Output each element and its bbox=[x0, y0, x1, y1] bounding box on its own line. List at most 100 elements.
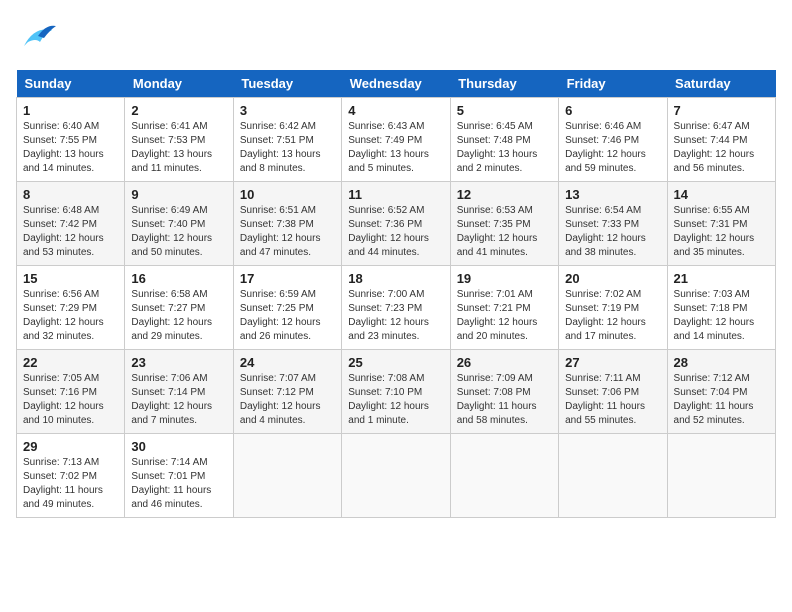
header bbox=[16, 16, 776, 60]
day-number: 8 bbox=[23, 187, 118, 202]
weekday-header-wednesday: Wednesday bbox=[342, 70, 450, 98]
day-info: Sunrise: 7:08 AM Sunset: 7:10 PM Dayligh… bbox=[348, 372, 443, 428]
day-cell: 10 Sunrise: 6:51 AM Sunset: 7:38 PM Dayli… bbox=[233, 182, 341, 266]
day-cell bbox=[450, 434, 558, 518]
day-number: 14 bbox=[674, 187, 769, 202]
day-cell: 22Sunrise: 7:05 AM Sunset: 7:16 PM Dayli… bbox=[17, 350, 125, 434]
weekday-header-thursday: Thursday bbox=[450, 70, 558, 98]
day-info: Sunrise: 6:59 AM Sunset: 7:25 PM Dayligh… bbox=[240, 288, 335, 344]
day-cell: 5 Sunrise: 6:45 AM Sunset: 7:48 PM Daylig… bbox=[450, 98, 558, 182]
day-info: Sunrise: 7:13 AM Sunset: 7:02 PM Dayligh… bbox=[23, 456, 118, 512]
day-number: 9 bbox=[131, 187, 226, 202]
day-number: 28 bbox=[674, 355, 769, 370]
day-cell: 20 Sunrise: 7:02 AM Sunset: 7:19 PM Dayli… bbox=[559, 266, 667, 350]
day-number: 17 bbox=[240, 271, 335, 286]
day-number: 6 bbox=[565, 103, 660, 118]
weekday-header-monday: Monday bbox=[125, 70, 233, 98]
day-cell: 19 Sunrise: 7:01 AM Sunset: 7:21 PM Dayli… bbox=[450, 266, 558, 350]
week-row-2: 8 Sunrise: 6:48 AM Sunset: 7:42 PM Daylig… bbox=[17, 182, 776, 266]
day-cell: 1 Sunrise: 6:40 AM Sunset: 7:55 PM Daylig… bbox=[17, 98, 125, 182]
day-info: Sunrise: 6:49 AM Sunset: 7:40 PM Dayligh… bbox=[131, 204, 226, 260]
day-info: Sunrise: 6:48 AM Sunset: 7:42 PM Dayligh… bbox=[23, 204, 118, 260]
day-info: Sunrise: 6:43 AM Sunset: 7:49 PM Dayligh… bbox=[348, 120, 443, 176]
calendar-table: SundayMondayTuesdayWednesdayThursdayFrid… bbox=[16, 70, 776, 518]
day-number: 27 bbox=[565, 355, 660, 370]
day-cell: 14 Sunrise: 6:55 AM Sunset: 7:31 PM Dayli… bbox=[667, 182, 775, 266]
day-cell: 12Sunrise: 6:53 AM Sunset: 7:35 PM Dayli… bbox=[450, 182, 558, 266]
day-cell bbox=[342, 434, 450, 518]
day-info: Sunrise: 6:56 AM Sunset: 7:29 PM Dayligh… bbox=[23, 288, 118, 344]
day-info: Sunrise: 6:52 AM Sunset: 7:36 PM Dayligh… bbox=[348, 204, 443, 260]
day-number: 30 bbox=[131, 439, 226, 454]
day-info: Sunrise: 6:53 AM Sunset: 7:35 PM Dayligh… bbox=[457, 204, 552, 260]
day-cell: 30 Sunrise: 7:14 AM Sunset: 7:01 PM Dayli… bbox=[125, 434, 233, 518]
day-number: 1 bbox=[23, 103, 118, 118]
day-info: Sunrise: 7:02 AM Sunset: 7:19 PM Dayligh… bbox=[565, 288, 660, 344]
day-cell: 4 Sunrise: 6:43 AM Sunset: 7:49 PM Daylig… bbox=[342, 98, 450, 182]
day-info: Sunrise: 7:14 AM Sunset: 7:01 PM Dayligh… bbox=[131, 456, 226, 512]
day-info: Sunrise: 7:12 AM Sunset: 7:04 PM Dayligh… bbox=[674, 372, 769, 428]
day-number: 4 bbox=[348, 103, 443, 118]
weekday-header-tuesday: Tuesday bbox=[233, 70, 341, 98]
day-number: 19 bbox=[457, 271, 552, 286]
day-info: Sunrise: 6:41 AM Sunset: 7:53 PM Dayligh… bbox=[131, 120, 226, 176]
day-cell: 26 Sunrise: 7:09 AM Sunset: 7:08 PM Dayli… bbox=[450, 350, 558, 434]
week-row-4: 22Sunrise: 7:05 AM Sunset: 7:16 PM Dayli… bbox=[17, 350, 776, 434]
day-info: Sunrise: 7:06 AM Sunset: 7:14 PM Dayligh… bbox=[131, 372, 226, 428]
day-cell: 25 Sunrise: 7:08 AM Sunset: 7:10 PM Dayli… bbox=[342, 350, 450, 434]
day-number: 5 bbox=[457, 103, 552, 118]
day-info: Sunrise: 7:03 AM Sunset: 7:18 PM Dayligh… bbox=[674, 288, 769, 344]
day-info: Sunrise: 7:11 AM Sunset: 7:06 PM Dayligh… bbox=[565, 372, 660, 428]
day-number: 18 bbox=[348, 271, 443, 286]
day-number: 22 bbox=[23, 355, 118, 370]
day-cell bbox=[559, 434, 667, 518]
day-cell: 13 Sunrise: 6:54 AM Sunset: 7:33 PM Dayli… bbox=[559, 182, 667, 266]
day-info: Sunrise: 6:46 AM Sunset: 7:46 PM Dayligh… bbox=[565, 120, 660, 176]
weekday-header-row: SundayMondayTuesdayWednesdayThursdayFrid… bbox=[17, 70, 776, 98]
week-row-3: 15Sunrise: 6:56 AM Sunset: 7:29 PM Dayli… bbox=[17, 266, 776, 350]
day-number: 26 bbox=[457, 355, 552, 370]
day-info: Sunrise: 7:09 AM Sunset: 7:08 PM Dayligh… bbox=[457, 372, 552, 428]
day-number: 11 bbox=[348, 187, 443, 202]
day-number: 21 bbox=[674, 271, 769, 286]
day-cell: 24 Sunrise: 7:07 AM Sunset: 7:12 PM Dayli… bbox=[233, 350, 341, 434]
day-cell: 21 Sunrise: 7:03 AM Sunset: 7:18 PM Dayli… bbox=[667, 266, 775, 350]
day-info: Sunrise: 6:51 AM Sunset: 7:38 PM Dayligh… bbox=[240, 204, 335, 260]
day-number: 7 bbox=[674, 103, 769, 118]
day-number: 3 bbox=[240, 103, 335, 118]
day-number: 20 bbox=[565, 271, 660, 286]
day-cell bbox=[233, 434, 341, 518]
day-number: 13 bbox=[565, 187, 660, 202]
day-info: Sunrise: 6:54 AM Sunset: 7:33 PM Dayligh… bbox=[565, 204, 660, 260]
day-number: 25 bbox=[348, 355, 443, 370]
day-number: 24 bbox=[240, 355, 335, 370]
day-info: Sunrise: 6:42 AM Sunset: 7:51 PM Dayligh… bbox=[240, 120, 335, 176]
day-cell: 7Sunrise: 6:47 AM Sunset: 7:44 PM Daylig… bbox=[667, 98, 775, 182]
day-info: Sunrise: 6:40 AM Sunset: 7:55 PM Dayligh… bbox=[23, 120, 118, 176]
day-cell: 9 Sunrise: 6:49 AM Sunset: 7:40 PM Daylig… bbox=[125, 182, 233, 266]
day-info: Sunrise: 7:01 AM Sunset: 7:21 PM Dayligh… bbox=[457, 288, 552, 344]
week-row-5: 29 Sunrise: 7:13 AM Sunset: 7:02 PM Dayli… bbox=[17, 434, 776, 518]
weekday-header-saturday: Saturday bbox=[667, 70, 775, 98]
day-cell: 2Sunrise: 6:41 AM Sunset: 7:53 PM Daylig… bbox=[125, 98, 233, 182]
day-cell: 3 Sunrise: 6:42 AM Sunset: 7:51 PM Daylig… bbox=[233, 98, 341, 182]
weekday-header-friday: Friday bbox=[559, 70, 667, 98]
day-info: Sunrise: 6:58 AM Sunset: 7:27 PM Dayligh… bbox=[131, 288, 226, 344]
day-number: 16 bbox=[131, 271, 226, 286]
day-info: Sunrise: 6:55 AM Sunset: 7:31 PM Dayligh… bbox=[674, 204, 769, 260]
day-number: 29 bbox=[23, 439, 118, 454]
logo bbox=[16, 16, 64, 60]
day-cell bbox=[667, 434, 775, 518]
day-cell: 28 Sunrise: 7:12 AM Sunset: 7:04 PM Dayli… bbox=[667, 350, 775, 434]
day-cell: 17 Sunrise: 6:59 AM Sunset: 7:25 PM Dayli… bbox=[233, 266, 341, 350]
day-info: Sunrise: 7:07 AM Sunset: 7:12 PM Dayligh… bbox=[240, 372, 335, 428]
weekday-header-sunday: Sunday bbox=[17, 70, 125, 98]
day-info: Sunrise: 6:45 AM Sunset: 7:48 PM Dayligh… bbox=[457, 120, 552, 176]
week-row-1: 1 Sunrise: 6:40 AM Sunset: 7:55 PM Daylig… bbox=[17, 98, 776, 182]
day-cell: 27 Sunrise: 7:11 AM Sunset: 7:06 PM Dayli… bbox=[559, 350, 667, 434]
day-cell: 23Sunrise: 7:06 AM Sunset: 7:14 PM Dayli… bbox=[125, 350, 233, 434]
logo-icon bbox=[16, 16, 60, 60]
day-number: 10 bbox=[240, 187, 335, 202]
day-cell: 8 Sunrise: 6:48 AM Sunset: 7:42 PM Daylig… bbox=[17, 182, 125, 266]
day-cell: 16 Sunrise: 6:58 AM Sunset: 7:27 PM Dayli… bbox=[125, 266, 233, 350]
